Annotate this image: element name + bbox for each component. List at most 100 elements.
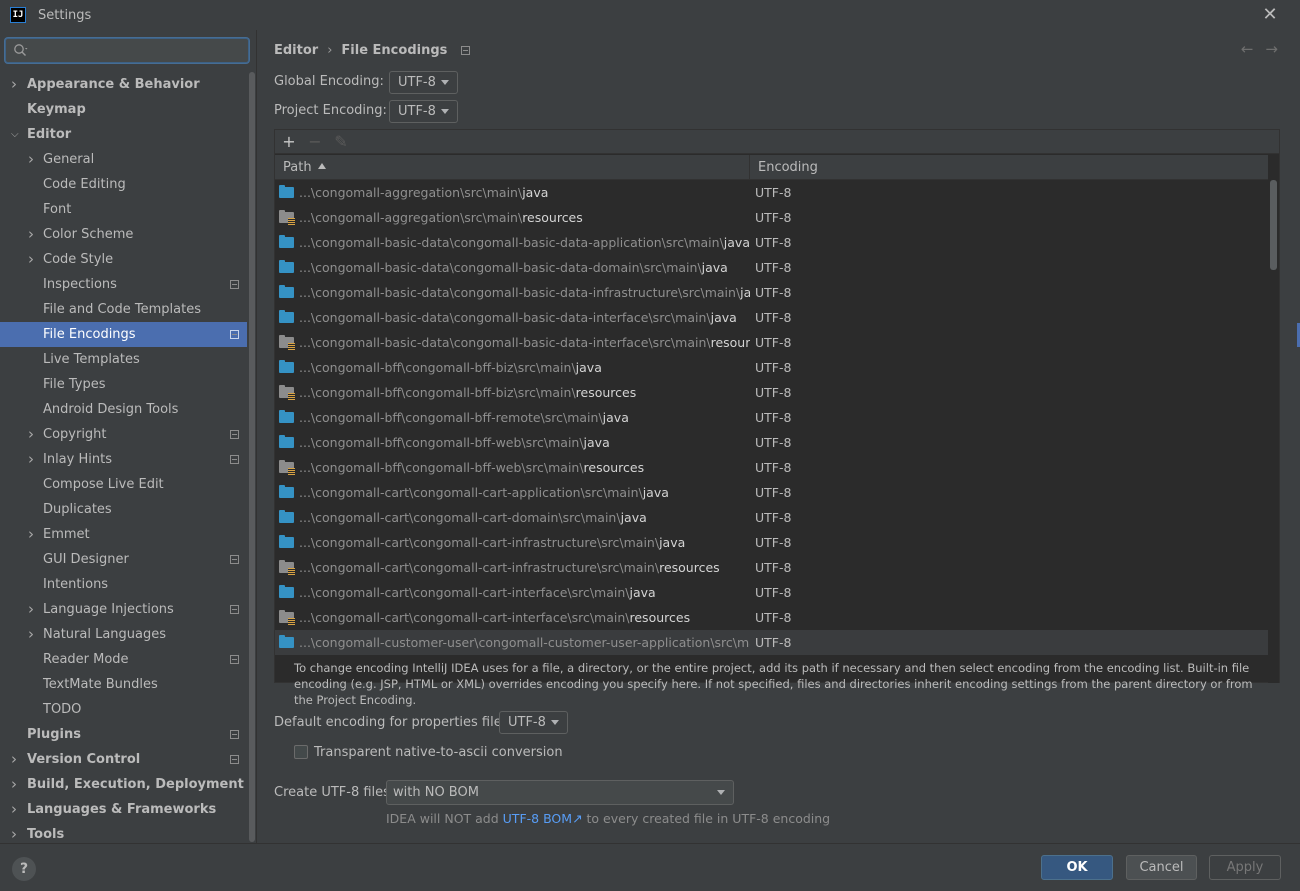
chevron-right-icon[interactable]: › <box>28 222 38 247</box>
encoding-column-header[interactable]: Encoding <box>750 155 1269 180</box>
sidebar-item-file-types[interactable]: File Types <box>0 372 247 397</box>
back-arrow-icon[interactable]: ← <box>1241 40 1254 58</box>
table-row[interactable]: ...\congomall-aggregation\src\main\ java U… <box>275 180 1269 205</box>
sidebar-item-natural-languages[interactable]: › Natural Languages <box>0 622 247 647</box>
table-row[interactable]: ...\congomall-aggregation\src\main\ resou… <box>275 205 1269 230</box>
chevron-right-icon[interactable]: › <box>11 772 21 797</box>
table-row[interactable]: ...\congomall-cart\congomall-cart-infras… <box>275 530 1269 555</box>
chevron-right-icon[interactable]: › <box>11 747 21 772</box>
table-row[interactable]: ...\congomall-cart\congomall-cart-interf… <box>275 605 1269 630</box>
chevron-down-icon[interactable]: ⌵ <box>11 122 21 147</box>
path-cell[interactable]: ...\congomall-bff\congomall-bff-biz\src\… <box>275 355 750 380</box>
path-cell[interactable]: ...\congomall-bff\congomall-bff-biz\src\… <box>275 380 750 405</box>
encoding-cell[interactable]: UTF-8 <box>750 430 1269 455</box>
chevron-right-icon[interactable]: › <box>11 72 21 97</box>
table-row[interactable]: ...\congomall-cart\congomall-cart-interf… <box>275 580 1269 605</box>
path-cell[interactable]: ...\congomall-cart\congomall-cart-infras… <box>275 555 750 580</box>
chevron-right-icon[interactable]: › <box>28 522 38 547</box>
sidebar-item-keymap[interactable]: Keymap <box>0 97 247 122</box>
transparent-ascii-checkbox[interactable] <box>294 745 308 759</box>
sidebar-item-version-control[interactable]: › Version Control <box>0 747 247 772</box>
path-cell[interactable]: ...\congomall-cart\congomall-cart-interf… <box>275 580 750 605</box>
encoding-cell[interactable]: UTF-8 <box>750 330 1269 355</box>
encoding-cell[interactable]: UTF-8 <box>750 355 1269 380</box>
path-cell[interactable]: ...\congomall-aggregation\src\main\ resou… <box>275 205 750 230</box>
sidebar-item-todo[interactable]: TODO <box>0 697 247 722</box>
sidebar-item-editor[interactable]: ⌵ Editor <box>0 122 247 147</box>
sidebar-item-textmate-bundles[interactable]: TextMate Bundles <box>0 672 247 697</box>
encoding-cell[interactable]: UTF-8 <box>750 380 1269 405</box>
sidebar-item-color-scheme[interactable]: › Color Scheme <box>0 222 247 247</box>
chevron-right-icon[interactable]: › <box>28 447 38 472</box>
sidebar-item-language-injections[interactable]: › Language Injections <box>0 597 247 622</box>
encoding-cell[interactable]: UTF-8 <box>750 230 1269 255</box>
sidebar-item-font[interactable]: Font <box>0 197 247 222</box>
sidebar-item-inspections[interactable]: Inspections <box>0 272 247 297</box>
encoding-cell[interactable]: UTF-8 <box>750 630 1269 655</box>
sidebar-item-intentions[interactable]: Intentions <box>0 572 247 597</box>
sidebar-item-android-design-tools[interactable]: Android Design Tools <box>0 397 247 422</box>
search-input[interactable] <box>5 38 249 63</box>
sidebar-item-emmet[interactable]: › Emmet <box>0 522 247 547</box>
encoding-cell[interactable]: UTF-8 <box>750 255 1269 280</box>
encoding-cell[interactable]: UTF-8 <box>750 455 1269 480</box>
encoding-cell[interactable]: UTF-8 <box>750 280 1269 305</box>
sidebar-item-duplicates[interactable]: Duplicates <box>0 497 247 522</box>
utf8-bom-link[interactable]: UTF-8 BOM <box>503 811 572 826</box>
table-row[interactable]: ...\congomall-basic-data\congomall-basic… <box>275 280 1269 305</box>
table-row[interactable]: ...\congomall-cart\congomall-cart-domain… <box>275 505 1269 530</box>
encoding-cell[interactable]: UTF-8 <box>750 205 1269 230</box>
sidebar-item-general[interactable]: › General <box>0 147 247 172</box>
sidebar-item-plugins[interactable]: Plugins <box>0 722 247 747</box>
encoding-cell[interactable]: UTF-8 <box>750 530 1269 555</box>
sidebar-item-inlay-hints[interactable]: › Inlay Hints <box>0 447 247 472</box>
encoding-cell[interactable]: UTF-8 <box>750 505 1269 530</box>
sidebar-item-live-templates[interactable]: Live Templates <box>0 347 247 372</box>
apply-button[interactable]: Apply <box>1209 855 1281 880</box>
properties-encoding-select[interactable]: UTF-8 <box>499 711 568 734</box>
table-row[interactable]: ...\congomall-bff\congomall-bff-web\src\… <box>275 430 1269 455</box>
path-cell[interactable]: ...\congomall-basic-data\congomall-basic… <box>275 330 750 355</box>
project-encoding-select[interactable]: UTF-8 <box>389 100 458 123</box>
table-row[interactable]: ...\congomall-basic-data\congomall-basic… <box>275 305 1269 330</box>
encoding-cell[interactable]: UTF-8 <box>750 305 1269 330</box>
add-icon[interactable]: + <box>281 133 297 150</box>
sidebar-item-file-encodings[interactable]: File Encodings <box>0 322 247 347</box>
path-cell[interactable]: ...\congomall-cart\congomall-cart-infras… <box>275 530 750 555</box>
sidebar-item-compose-live-edit[interactable]: Compose Live Edit <box>0 472 247 497</box>
path-column-header[interactable]: Path <box>275 155 750 180</box>
sidebar-scrollbar-thumb[interactable] <box>249 72 255 842</box>
table-row[interactable]: ...\congomall-basic-data\congomall-basic… <box>275 230 1269 255</box>
encoding-cell[interactable]: UTF-8 <box>750 405 1269 430</box>
path-cell[interactable]: ...\congomall-bff\congomall-bff-web\src\… <box>275 430 750 455</box>
path-cell[interactable]: ...\congomall-bff\congomall-bff-web\src\… <box>275 455 750 480</box>
close-icon[interactable]: ✕ <box>1260 5 1280 25</box>
sidebar-item-code-editing[interactable]: Code Editing <box>0 172 247 197</box>
table-row[interactable]: ...\congomall-bff\congomall-bff-web\src\… <box>275 455 1269 480</box>
sidebar-item-gui-designer[interactable]: GUI Designer <box>0 547 247 572</box>
table-scrollbar-thumb[interactable] <box>1270 180 1277 270</box>
help-button[interactable]: ? <box>12 857 36 881</box>
encoding-cell[interactable]: UTF-8 <box>750 605 1269 630</box>
chevron-right-icon[interactable]: › <box>28 597 38 622</box>
table-row[interactable]: ...\congomall-bff\congomall-bff-biz\src\… <box>275 380 1269 405</box>
path-cell[interactable]: ...\congomall-cart\congomall-cart-interf… <box>275 605 750 630</box>
encoding-cell[interactable]: UTF-8 <box>750 180 1269 205</box>
sidebar-item-copyright[interactable]: › Copyright <box>0 422 247 447</box>
table-scrollbar[interactable] <box>1268 155 1279 683</box>
cancel-button[interactable]: Cancel <box>1126 855 1197 880</box>
ok-button[interactable]: OK <box>1041 855 1113 880</box>
path-cell[interactable]: ...\congomall-basic-data\congomall-basic… <box>275 280 750 305</box>
sidebar-item-appearance-behavior[interactable]: › Appearance & Behavior <box>0 72 247 97</box>
table-row[interactable]: ...\congomall-bff\congomall-bff-remote\s… <box>275 405 1269 430</box>
sidebar-item-reader-mode[interactable]: Reader Mode <box>0 647 247 672</box>
path-cell[interactable]: ...\congomall-basic-data\congomall-basic… <box>275 305 750 330</box>
encoding-cell[interactable]: UTF-8 <box>750 555 1269 580</box>
sidebar-item-file-and-code-templates[interactable]: File and Code Templates <box>0 297 247 322</box>
table-row[interactable]: ...\congomall-bff\congomall-bff-biz\src\… <box>275 355 1269 380</box>
global-encoding-select[interactable]: UTF-8 <box>389 71 458 94</box>
chevron-right-icon[interactable]: › <box>11 797 21 822</box>
remove-icon[interactable]: − <box>307 133 323 150</box>
chevron-right-icon[interactable]: › <box>28 247 38 272</box>
chevron-right-icon[interactable]: › <box>28 622 38 647</box>
